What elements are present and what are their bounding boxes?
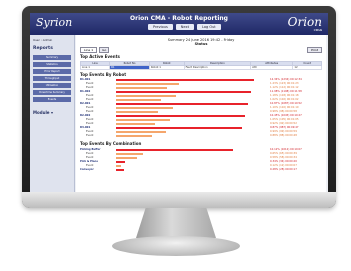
bar — [116, 161, 125, 164]
bar — [116, 111, 158, 114]
user-link[interactable]: User : Admin — [30, 35, 74, 44]
bar — [116, 169, 124, 172]
app-header: Syrion Orion CMA - Robot Reporting Previ… — [30, 13, 328, 35]
product-logo: Orion cma — [288, 15, 322, 32]
module-label: Module — [33, 110, 50, 115]
active-events-heading: Top Active Events — [80, 54, 120, 59]
main-content: Summary 24 June 2016 19:42 - Friday Stat… — [76, 35, 326, 194]
robot-events-heading: Top Events By Robot — [80, 72, 127, 77]
bar — [116, 87, 167, 90]
line-selector: Line 1 Go — [80, 47, 110, 53]
sidebar-item-summary[interactable]: Summary — [33, 55, 71, 60]
bar — [116, 153, 143, 156]
bar — [116, 83, 179, 86]
sidebar-item-throughput[interactable]: Throughput — [33, 76, 71, 81]
previous-button[interactable]: Previous — [148, 24, 173, 30]
combination-events-heading: Top Events By Combination — [80, 141, 142, 146]
sidebar-item-downtime[interactable]: Downtime Summary — [33, 90, 71, 95]
row-value: 0.88% (88) 00:00:48 — [270, 134, 297, 137]
sidebar-item-statistics[interactable]: Statistics — [33, 62, 71, 67]
monitor: Syrion Orion CMA - Robot Reporting Previ… — [22, 6, 336, 208]
bar — [116, 149, 233, 152]
bar — [116, 131, 166, 134]
bar — [116, 79, 254, 82]
bar — [116, 165, 121, 168]
table-cell: Attr — [250, 65, 294, 70]
screen: Syrion Orion CMA - Robot Reporting Previ… — [30, 13, 328, 194]
chart-group-row[interactable]: Conveyor 0.28% (28) 00:00:17 — [80, 168, 322, 172]
summary-status: Status — [194, 42, 208, 46]
table-row[interactable]: Line 1 R1 Robot 1 Fault Description Attr… — [79, 65, 322, 70]
bar — [116, 91, 251, 94]
summary-title: Summary 24 June 2016 19:42 - Friday Stat… — [76, 38, 326, 46]
sidebar-item-error-report[interactable]: Error Report — [33, 69, 71, 74]
logout-button[interactable]: Log Out — [196, 24, 221, 30]
bar — [116, 119, 170, 122]
next-button[interactable]: Next — [175, 24, 194, 30]
active-events-table: Line Robot No Robot Description Attribut… — [79, 61, 322, 70]
bar — [116, 127, 242, 130]
row-value: 0.28% (28) 00:00:17 — [270, 168, 297, 171]
sidebar: User : Admin Reports Summary Statistics … — [30, 35, 75, 194]
bar — [116, 115, 245, 118]
bar — [116, 123, 155, 126]
header-buttons: Previous Next Log Out — [148, 24, 221, 30]
combination-events-chart: Picking Buffer 10.12% (1012) 00:10:07 Even… — [80, 148, 322, 172]
bar — [116, 103, 248, 106]
reports-heading: Reports — [33, 46, 53, 51]
sidebar-item-utilisation[interactable]: Utilisation — [33, 83, 71, 88]
go-button[interactable]: Go — [99, 47, 110, 53]
row-label: Conveyor — [80, 168, 94, 171]
monitor-stand-neck — [136, 208, 216, 238]
print-button[interactable]: Print — [307, 47, 322, 53]
table-cell: 12 — [292, 65, 322, 70]
bar — [116, 157, 137, 160]
table-cell: Fault Description — [183, 65, 252, 70]
table-cell: Robot 1 — [148, 65, 185, 70]
row-label: Event — [86, 134, 94, 137]
chevron-down-icon: ▾ — [50, 110, 53, 115]
bar — [116, 95, 176, 98]
monitor-chin — [22, 192, 336, 208]
robot-events-chart: R1-001 12.34% (1234) 00:12:34 Event 1.23% (… — [80, 78, 322, 138]
app-title: Orion CMA - Robot Reporting — [130, 15, 228, 22]
line-select[interactable]: Line 1 — [80, 47, 98, 53]
chart-sub-row[interactable]: Event 0.88% (88) 00:00:48 — [80, 134, 322, 138]
monitor-stand-base — [112, 236, 240, 256]
module-heading[interactable]: Module ▾ — [30, 104, 74, 117]
bar — [116, 135, 152, 138]
sidebar-item-events[interactable]: Events — [33, 97, 71, 102]
table-cell: Line 1 — [79, 65, 111, 70]
table-cell: R1 — [109, 65, 150, 70]
bar — [116, 107, 173, 110]
bar — [116, 99, 161, 102]
